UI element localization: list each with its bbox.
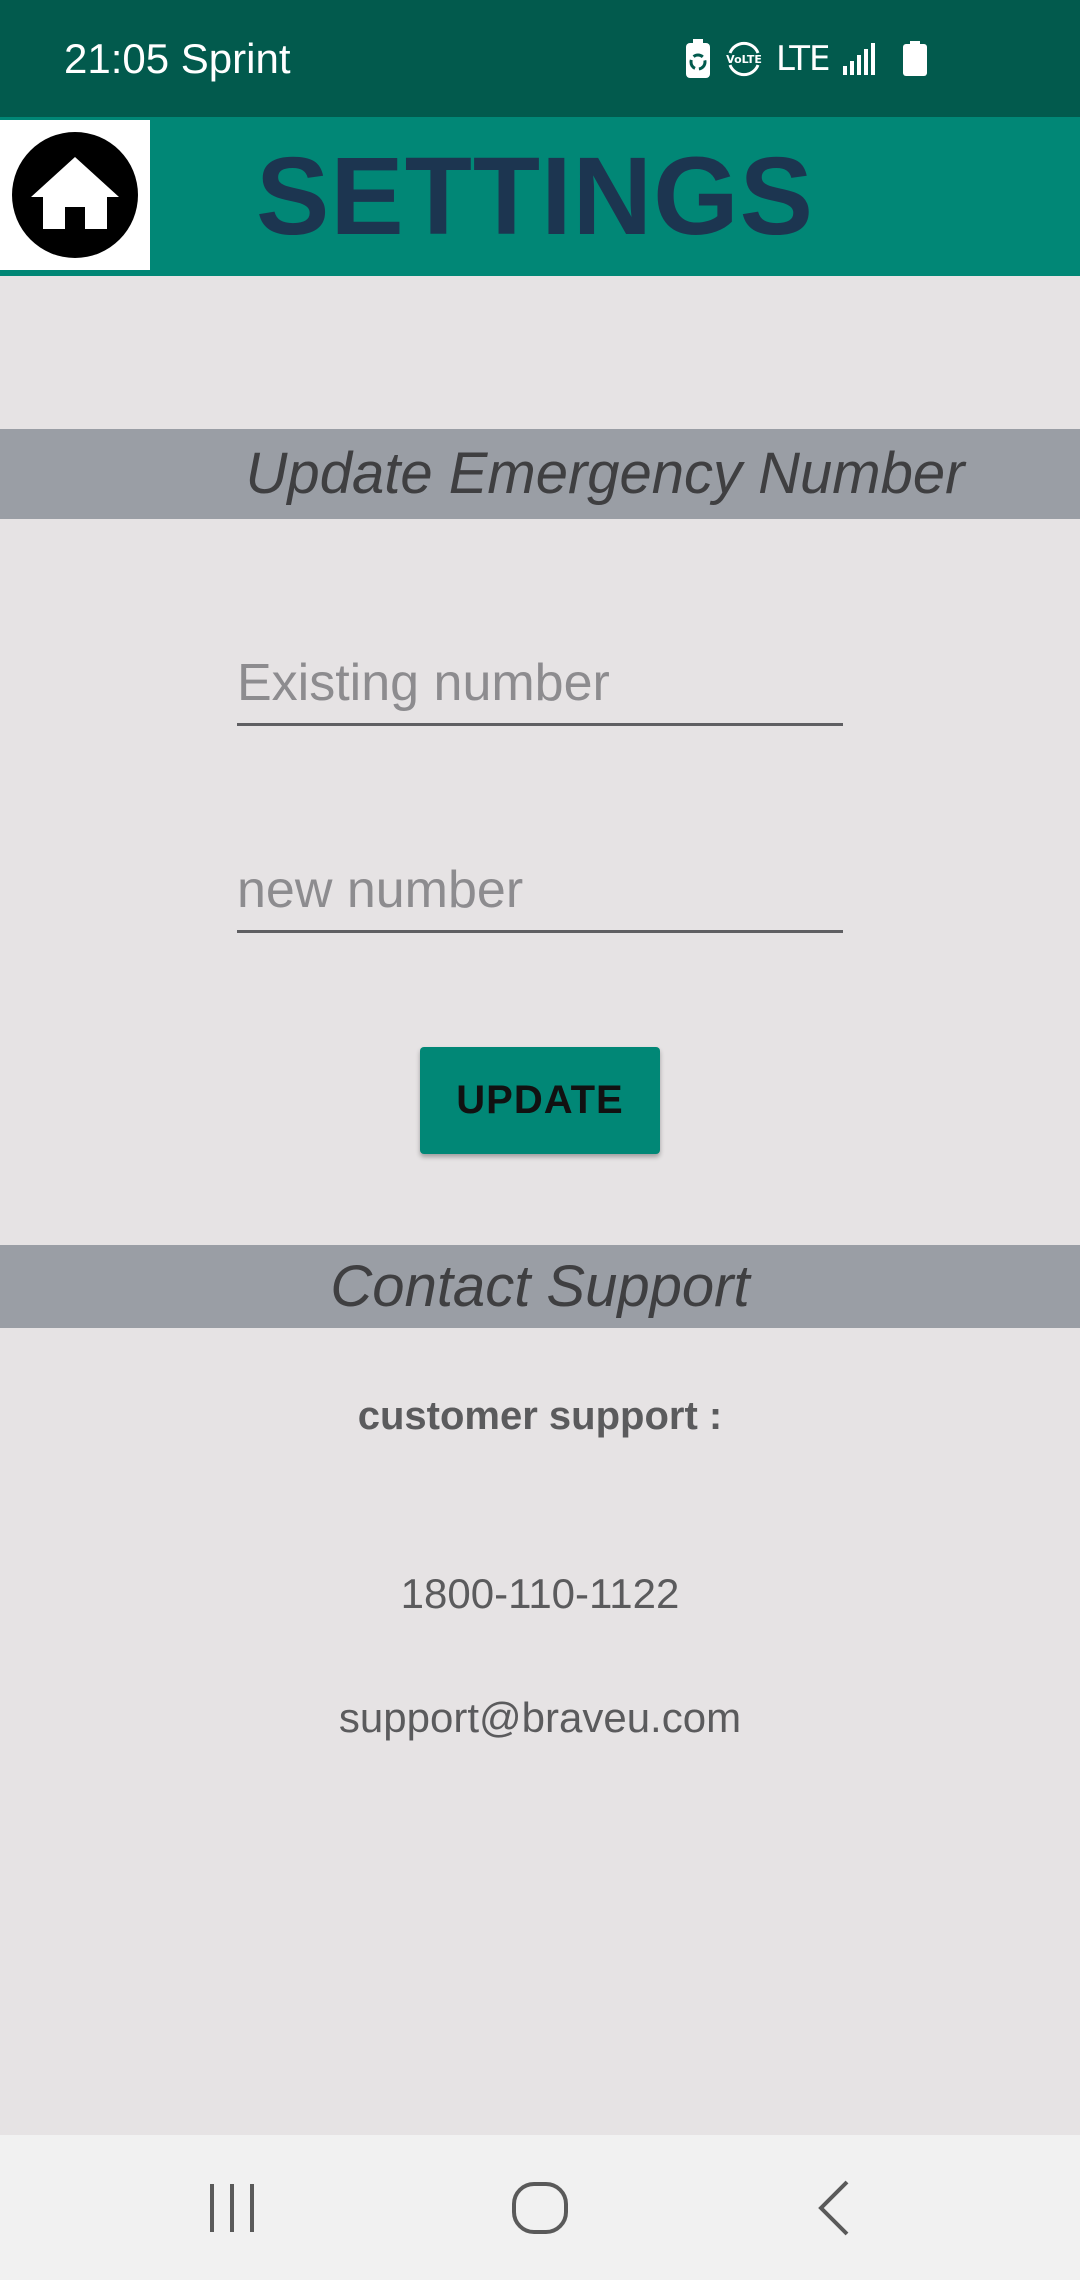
support-phone[interactable]: 1800-110-1122: [0, 1570, 1080, 1618]
emergency-section-header: Update Emergency Number: [0, 429, 1080, 519]
home-circle-icon: [512, 2181, 568, 2234]
recents-icon: [210, 2183, 254, 2232]
home-button[interactable]: [0, 120, 150, 270]
support-label: customer support :: [357, 1394, 723, 1438]
support-email[interactable]: support@braveu.com: [0, 1694, 1080, 1742]
existing-number-input[interactable]: [237, 643, 843, 723]
network-type: LTE: [776, 38, 831, 79]
support-section-header: Contact Support: [0, 1245, 1080, 1328]
existing-number-field[interactable]: [237, 643, 843, 726]
new-number-field[interactable]: [237, 850, 843, 933]
home-icon: [12, 132, 138, 258]
status-time-carrier: 21:05 Sprint: [64, 0, 291, 117]
back-icon: [818, 2180, 849, 2235]
update-button[interactable]: UPDATE: [420, 1047, 660, 1154]
page-title: SETTINGS: [256, 135, 815, 258]
battery-saver-icon: [684, 38, 712, 79]
signal-icon: [842, 42, 876, 76]
new-number-input[interactable]: [237, 850, 843, 930]
nav-home-button[interactable]: [495, 2135, 585, 2280]
emergency-header-label: Update Emergency Number: [245, 441, 965, 506]
support-header-label: Contact Support: [330, 1254, 750, 1319]
battery-icon: [902, 40, 928, 77]
status-icons: VoLTE LTE: [684, 0, 928, 117]
volte-text: VoLTE: [726, 53, 762, 66]
status-time: 21:05: [64, 35, 170, 82]
app-bar: SETTINGS: [0, 117, 1080, 276]
back-button[interactable]: [795, 2135, 875, 2280]
recents-button[interactable]: [192, 2135, 272, 2280]
system-nav-bar: [0, 2135, 1080, 2280]
status-carrier: Sprint: [180, 35, 291, 82]
volte-icon: VoLTE: [724, 39, 764, 79]
status-bar: 21:05 Sprint VoLTE LTE: [0, 0, 1080, 117]
